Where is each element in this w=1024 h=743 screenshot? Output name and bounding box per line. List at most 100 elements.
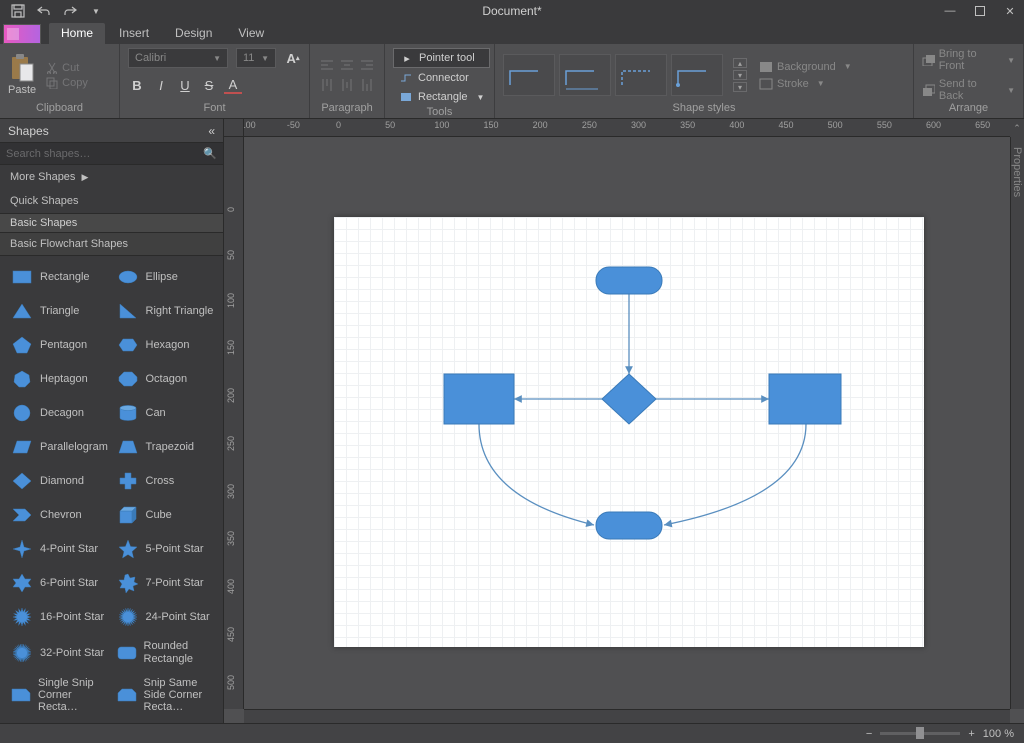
connector-tool-button[interactable]: Connector bbox=[393, 69, 490, 87]
style-gallery-more[interactable]: ▾ bbox=[733, 82, 747, 92]
rectangle-tool-button[interactable]: Rectangle▼ bbox=[393, 88, 490, 106]
font-color-button[interactable]: A bbox=[224, 76, 242, 94]
file-button[interactable] bbox=[3, 24, 41, 44]
zoom-in-button[interactable]: + bbox=[968, 728, 974, 740]
shape-item-snip1[interactable]: Single Snip Corner Recta… bbox=[8, 671, 114, 719]
shape-item-rtriangle[interactable]: Right Triangle bbox=[114, 294, 220, 328]
shape-item-roundrect[interactable]: Rounded Rectangle bbox=[114, 634, 220, 670]
shape-item-star5[interactable]: 5-Point Star bbox=[114, 532, 220, 566]
style-preset-3[interactable] bbox=[615, 54, 667, 96]
cross-icon bbox=[116, 470, 140, 492]
zoom-label[interactable]: 100 % bbox=[983, 728, 1014, 740]
shape-label: Octagon bbox=[146, 373, 188, 385]
shape-item-cross[interactable]: Cross bbox=[114, 464, 220, 498]
style-preset-4[interactable] bbox=[671, 54, 723, 96]
shape-item-star24[interactable]: 24-Point Star bbox=[114, 600, 220, 634]
bold-button[interactable]: B bbox=[128, 76, 146, 94]
underline-button[interactable]: U bbox=[176, 76, 194, 94]
zoom-out-button[interactable]: − bbox=[866, 728, 872, 740]
ribbon: Paste Cut Copy Clipboard Calibri▼ 11▼ A▴… bbox=[0, 44, 1024, 119]
align-middle-button[interactable] bbox=[338, 76, 356, 94]
horizontal-scrollbar[interactable] bbox=[244, 709, 1010, 723]
maximize-button[interactable] bbox=[972, 3, 988, 19]
strikethrough-button[interactable]: S bbox=[200, 76, 218, 94]
viewport[interactable] bbox=[244, 137, 1010, 709]
diagram-page[interactable] bbox=[334, 217, 924, 647]
minimize-button[interactable]: — bbox=[942, 3, 958, 19]
paste-icon bbox=[10, 54, 34, 82]
send-to-back-button[interactable]: Send to Back▼ bbox=[922, 78, 1015, 102]
font-family-select[interactable]: Calibri▼ bbox=[128, 48, 228, 68]
style-preset-2[interactable] bbox=[559, 54, 611, 96]
star4-icon bbox=[10, 538, 34, 560]
shape-item-star32[interactable]: 32-Point Star bbox=[8, 634, 114, 670]
align-bottom-button[interactable] bbox=[358, 76, 376, 94]
style-preset-1[interactable] bbox=[503, 54, 555, 96]
tab-view[interactable]: View bbox=[226, 23, 276, 44]
font-size-select[interactable]: 11▼ bbox=[236, 48, 276, 68]
shape-label: Snip Same Side Corner Recta… bbox=[144, 677, 218, 713]
close-button[interactable]: ✕ bbox=[1002, 3, 1018, 19]
redo-icon[interactable] bbox=[62, 3, 78, 19]
ribbon-collapse-button[interactable]: ⌃ bbox=[1010, 119, 1024, 137]
shape-item-decagon[interactable]: Decagon bbox=[8, 396, 114, 430]
tab-design[interactable]: Design bbox=[163, 23, 224, 44]
zoom-slider[interactable] bbox=[880, 732, 960, 735]
copy-button[interactable]: Copy bbox=[46, 77, 88, 89]
tab-insert[interactable]: Insert bbox=[107, 23, 161, 44]
group-label-shape-styles: Shape styles bbox=[503, 102, 905, 116]
shape-item-pentagon[interactable]: Pentagon bbox=[8, 328, 114, 362]
shape-item-can[interactable]: Can bbox=[114, 396, 220, 430]
search-icon: 🔍 bbox=[203, 147, 217, 160]
shape-item-octagon[interactable]: Octagon bbox=[114, 362, 220, 396]
copy-icon bbox=[46, 77, 58, 89]
tab-home[interactable]: Home bbox=[49, 23, 105, 44]
save-icon[interactable] bbox=[10, 3, 26, 19]
shape-item-star16[interactable]: 16-Point Star bbox=[8, 600, 114, 634]
shape-item-parallelogram[interactable]: Parallelogram bbox=[8, 430, 114, 464]
shape-item-triangle[interactable]: Triangle bbox=[8, 294, 114, 328]
align-right-button[interactable] bbox=[358, 56, 376, 74]
zoom-thumb[interactable] bbox=[916, 727, 924, 739]
grow-font-button[interactable]: A▴ bbox=[284, 49, 302, 67]
shape-item-snip2[interactable]: Snip Same Side Corner Recta… bbox=[114, 671, 220, 719]
basic-shapes-header[interactable]: Basic Shapes bbox=[0, 213, 223, 233]
shape-item-ellipse[interactable]: Ellipse bbox=[114, 260, 220, 294]
more-shapes-button[interactable]: More Shapes▶ bbox=[0, 165, 223, 189]
shape-search-input[interactable]: Search shapes… 🔍 bbox=[0, 143, 223, 165]
undo-icon[interactable] bbox=[36, 3, 52, 19]
pointer-tool-button[interactable]: ▸Pointer tool bbox=[393, 48, 490, 68]
flowchart-shapes-header[interactable]: Basic Flowchart Shapes bbox=[0, 233, 223, 256]
collapse-sidebar-icon[interactable]: « bbox=[208, 124, 215, 138]
rect-icon bbox=[10, 266, 34, 288]
octagon-icon bbox=[116, 368, 140, 390]
star7-icon bbox=[116, 572, 140, 594]
qat-dropdown-icon[interactable]: ▼ bbox=[88, 3, 104, 19]
align-left-button[interactable] bbox=[318, 56, 336, 74]
quick-shapes-button[interactable]: Quick Shapes bbox=[0, 189, 223, 213]
shape-item-diamond[interactable]: Diamond bbox=[8, 464, 114, 498]
shape-item-star6[interactable]: 6-Point Star bbox=[8, 566, 114, 600]
shape-item-heptagon[interactable]: Heptagon bbox=[8, 362, 114, 396]
shape-item-star4[interactable]: 4-Point Star bbox=[8, 532, 114, 566]
style-gallery-up[interactable]: ▴ bbox=[733, 58, 747, 68]
shape-item-chevron[interactable]: Chevron bbox=[8, 498, 114, 532]
shape-label: Right Triangle bbox=[146, 305, 214, 317]
triangle-icon bbox=[10, 300, 34, 322]
bring-to-front-button[interactable]: Bring to Front▼ bbox=[922, 48, 1015, 72]
align-center-button[interactable] bbox=[338, 56, 356, 74]
align-top-button[interactable] bbox=[318, 76, 336, 94]
shape-item-hexagon[interactable]: Hexagon bbox=[114, 328, 220, 362]
paste-button[interactable]: Paste bbox=[8, 54, 36, 96]
cut-icon bbox=[46, 62, 58, 74]
background-button[interactable]: Background▼ bbox=[759, 61, 852, 73]
shape-item-trapezoid[interactable]: Trapezoid bbox=[114, 430, 220, 464]
cut-button[interactable]: Cut bbox=[46, 62, 88, 74]
shape-item-rect[interactable]: Rectangle bbox=[8, 260, 114, 294]
style-gallery-down[interactable]: ▾ bbox=[733, 70, 747, 80]
italic-button[interactable]: I bbox=[152, 76, 170, 94]
stroke-button[interactable]: Stroke▼ bbox=[759, 78, 852, 90]
shape-item-star7[interactable]: 7-Point Star bbox=[114, 566, 220, 600]
shape-item-cube[interactable]: Cube bbox=[114, 498, 220, 532]
properties-tab[interactable]: Properties bbox=[1010, 141, 1024, 203]
